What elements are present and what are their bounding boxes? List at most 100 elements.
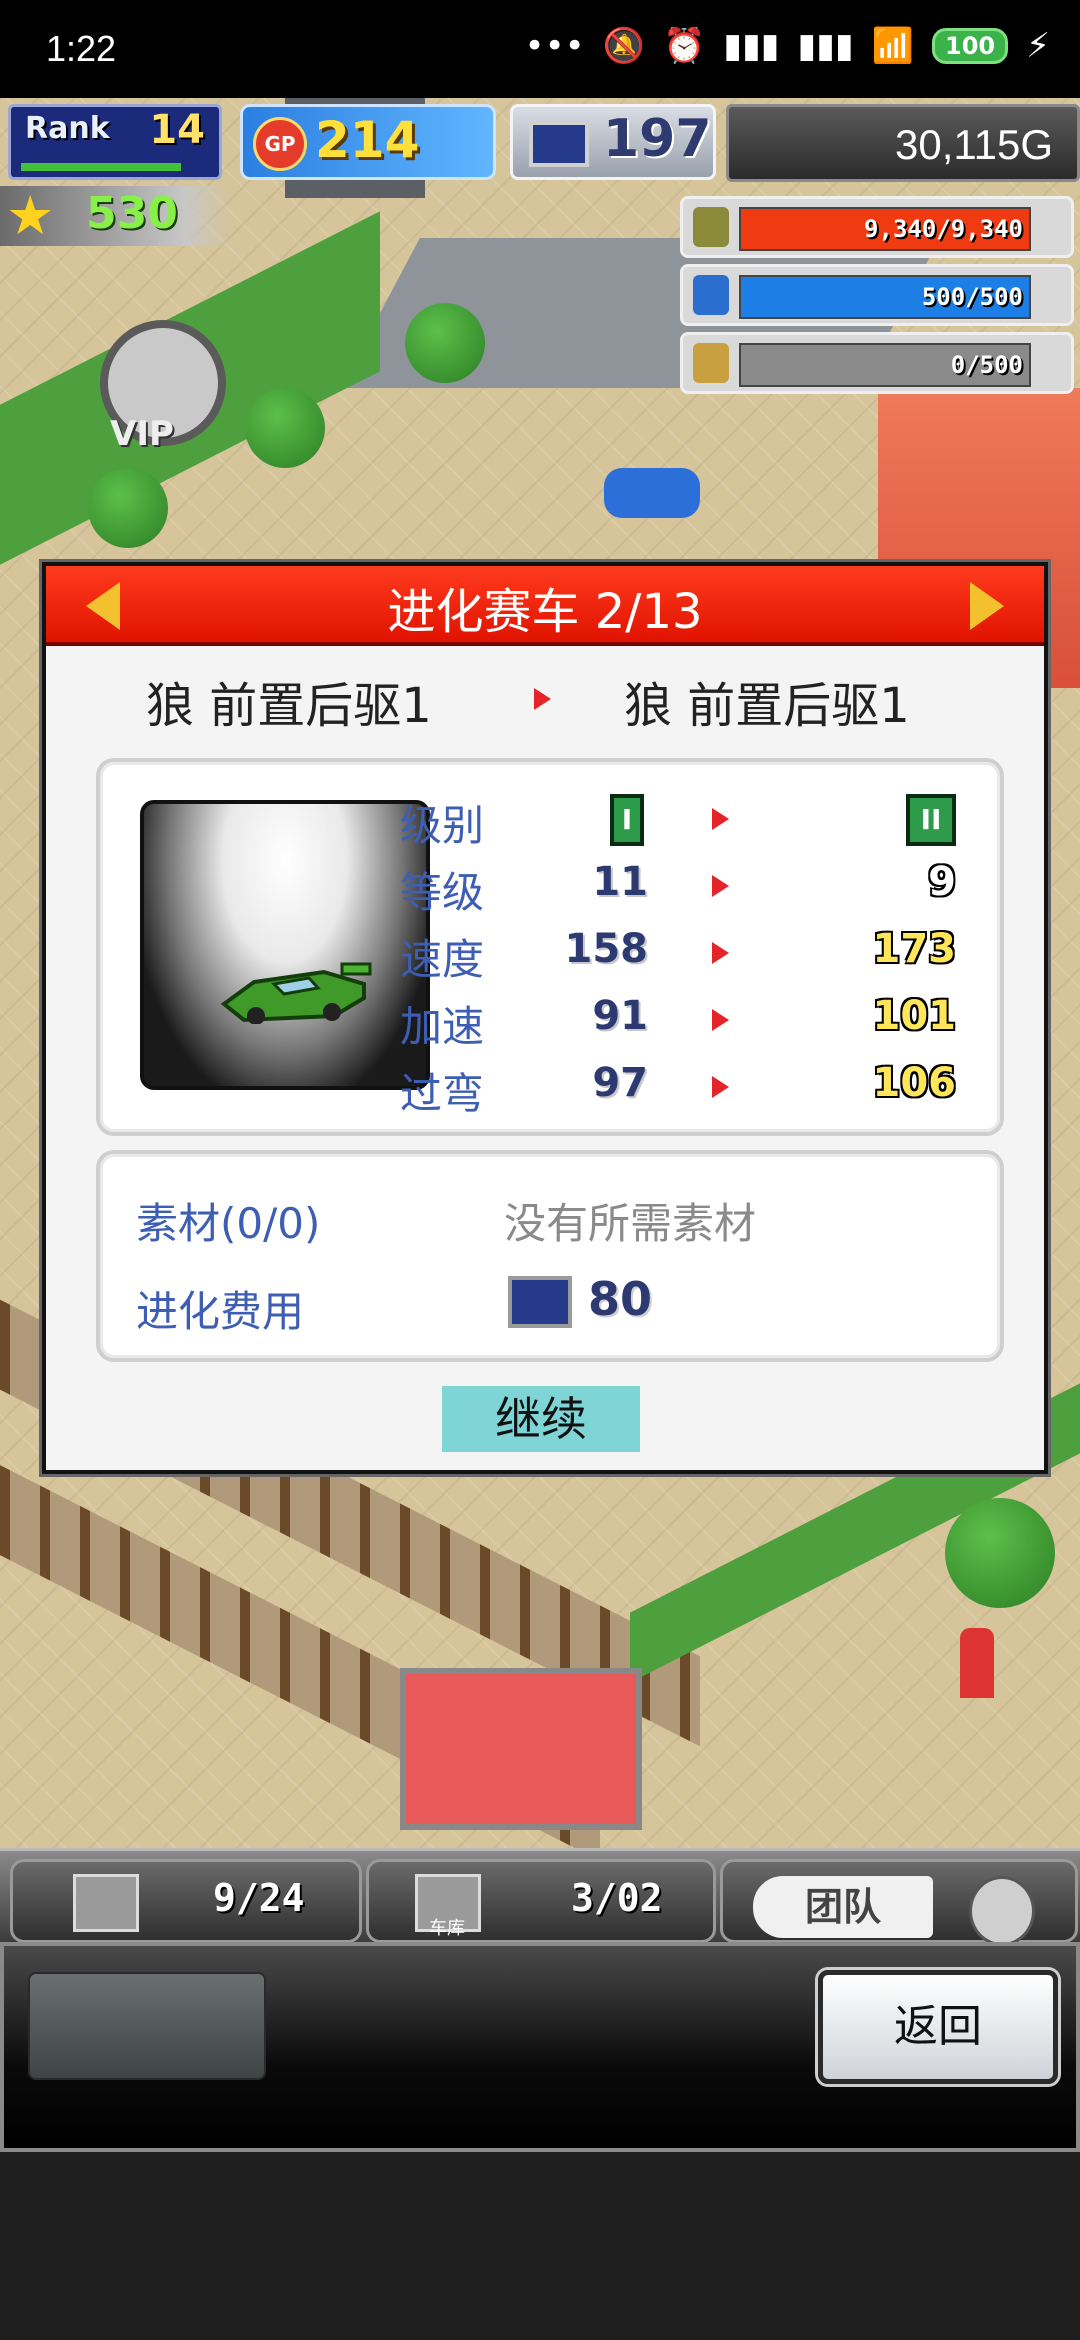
- rank-value: 14: [149, 107, 205, 153]
- materials-label: 素材(0/0): [136, 1199, 321, 1248]
- stat-row-cornering: 过弯 97 106: [400, 1060, 960, 1118]
- money-value: 30,115G: [894, 121, 1053, 168]
- navigation-area: [0, 2152, 1080, 2340]
- tree: [945, 1498, 1055, 1608]
- tab-team[interactable]: 团队: [720, 1859, 1078, 1946]
- tab-storage[interactable]: 9/24: [10, 1859, 362, 1943]
- bottom-tab-bar: 9/24 车库 3/02 团队: [0, 1848, 1080, 1946]
- stat-row-level: 等级 11 9: [400, 859, 960, 917]
- car-image: [220, 962, 372, 1024]
- arrow-right-icon: [712, 1009, 729, 1031]
- team-button[interactable]: 团队: [753, 1876, 933, 1938]
- stat-label: 级别: [400, 801, 485, 850]
- wheat-resource: 0/500: [680, 332, 1074, 394]
- oil-icon: [693, 275, 729, 315]
- evolve-car-dialog: 进化赛车 2/13 狼 前置后驱1 狼 前置后驱1 级别 I II 等级 11: [42, 562, 1048, 1474]
- computer-icon: [508, 1276, 572, 1328]
- star-icon: ★: [6, 184, 55, 247]
- car-names: 狼 前置后驱1 狼 前置后驱1: [46, 666, 1044, 736]
- wheat-icon: [693, 343, 729, 383]
- crate-icon: [73, 1874, 139, 1932]
- stat-label: 速度: [400, 935, 485, 984]
- signal-hd-icon: ▮▮▮: [797, 26, 854, 66]
- back-button[interactable]: 返回: [818, 1970, 1058, 2084]
- fuel-text: 9,340/9,340: [864, 215, 1023, 243]
- arrow-right-icon: [712, 1076, 729, 1098]
- stat-to-value: 101: [872, 993, 957, 1039]
- wifi-icon: 📶: [871, 26, 915, 66]
- arrow-right-icon: [712, 942, 729, 964]
- battery-icon: 100: [932, 28, 1009, 64]
- tree: [405, 303, 485, 383]
- gp-value: 214: [315, 111, 420, 169]
- computer-icon: [529, 121, 589, 167]
- oil-text: 500/500: [921, 283, 1023, 311]
- research-box[interactable]: 197: [510, 104, 716, 180]
- dialog-title: 进化赛车 2/13: [387, 584, 703, 640]
- stat-from-value: 158: [564, 926, 649, 972]
- mute-icon: 🔕: [602, 26, 646, 66]
- star-box: ★ 530: [0, 186, 230, 246]
- car-preview: [140, 800, 430, 1090]
- to-car-name: 狼 前置后驱1: [624, 678, 910, 734]
- stat-from-value: 11: [592, 859, 648, 905]
- fuel-icon: [693, 207, 729, 247]
- money-box: 30,115G: [726, 104, 1080, 182]
- stat-label: 等级: [400, 868, 485, 917]
- oil-bar: 500/500: [739, 275, 1031, 319]
- arrow-right-icon: [534, 688, 551, 710]
- star-value: 530: [86, 188, 178, 239]
- wheat-text: 0/500: [950, 351, 1023, 379]
- vip-icon[interactable]: VIP: [100, 320, 226, 454]
- rank-label: Rank: [25, 111, 110, 146]
- pedestrian[interactable]: [960, 1628, 994, 1698]
- tree: [88, 468, 168, 548]
- next-arrow-icon[interactable]: [970, 582, 1004, 630]
- stat-label: 过弯: [400, 1069, 485, 1118]
- oil-resource: 500/500: [680, 264, 1074, 326]
- materials-none-text: 没有所需素材: [504, 1199, 757, 1248]
- garage-label: 车库: [429, 1918, 465, 1939]
- evolution-cost-label: 进化费用: [136, 1287, 305, 1336]
- arrow-right-icon: [712, 808, 729, 830]
- status-icons: ••• 🔕 ⏰ ▮▮▮ ▮▮▮ 📶 100 ⚡: [525, 26, 1050, 66]
- avatar: [969, 1876, 1035, 1946]
- stat-row-class: 级别 I II: [400, 792, 960, 850]
- gp-box[interactable]: GP 214: [240, 104, 496, 180]
- tab-garage[interactable]: 车库 3/02: [366, 1859, 716, 1943]
- garage-count: 3/02: [571, 1876, 663, 1920]
- alarm-icon: ⏰: [663, 26, 706, 66]
- signal-hd-icon: ▮▮▮: [723, 26, 780, 66]
- stats-panel: 级别 I II 等级 11 9 速度 158 173 加速 91 101 过弯 …: [96, 758, 1004, 1136]
- materials-panel: 素材(0/0) 没有所需素材 进化费用 80: [96, 1150, 1004, 1362]
- stat-label: 加速: [400, 1002, 485, 1051]
- evolution-cost-value: 80: [588, 1272, 653, 1326]
- research-value: 197: [603, 109, 712, 169]
- gp-icon: GP: [253, 117, 307, 171]
- fuel-resource: 9,340/9,340: [680, 196, 1074, 258]
- vip-label: VIP: [110, 414, 174, 454]
- building: [400, 1668, 642, 1830]
- dialog-header: 进化赛车 2/13: [46, 566, 1044, 646]
- fuel-bar: 9,340/9,340: [739, 207, 1031, 251]
- stat-from-value: I: [610, 794, 644, 846]
- stat-to-value: II: [906, 794, 956, 846]
- stat-from-value: 97: [592, 1060, 648, 1106]
- charging-icon: ⚡: [1026, 26, 1050, 66]
- status-time: 1:22: [46, 28, 117, 69]
- wheat-bar: 0/500: [739, 343, 1031, 387]
- stat-row-speed: 速度 158 173: [400, 926, 960, 984]
- stat-to-value: 9: [928, 859, 956, 905]
- status-bar: 1:22 ••• 🔕 ⏰ ▮▮▮ ▮▮▮ 📶 100 ⚡: [0, 0, 1080, 98]
- stat-from-value: 91: [592, 993, 648, 1039]
- bottom-panel: 返回: [0, 1942, 1080, 2152]
- blue-car[interactable]: [604, 468, 700, 518]
- stat-row-acceleration: 加速 91 101: [400, 993, 960, 1051]
- rank-box: Rank 14: [8, 104, 222, 180]
- stat-to-value: 106: [872, 1060, 957, 1106]
- more-icon: •••: [524, 26, 585, 66]
- info-slot: [28, 1972, 266, 2080]
- tree: [245, 388, 325, 468]
- continue-button[interactable]: 继续: [442, 1386, 640, 1452]
- storage-count: 9/24: [213, 1876, 305, 1920]
